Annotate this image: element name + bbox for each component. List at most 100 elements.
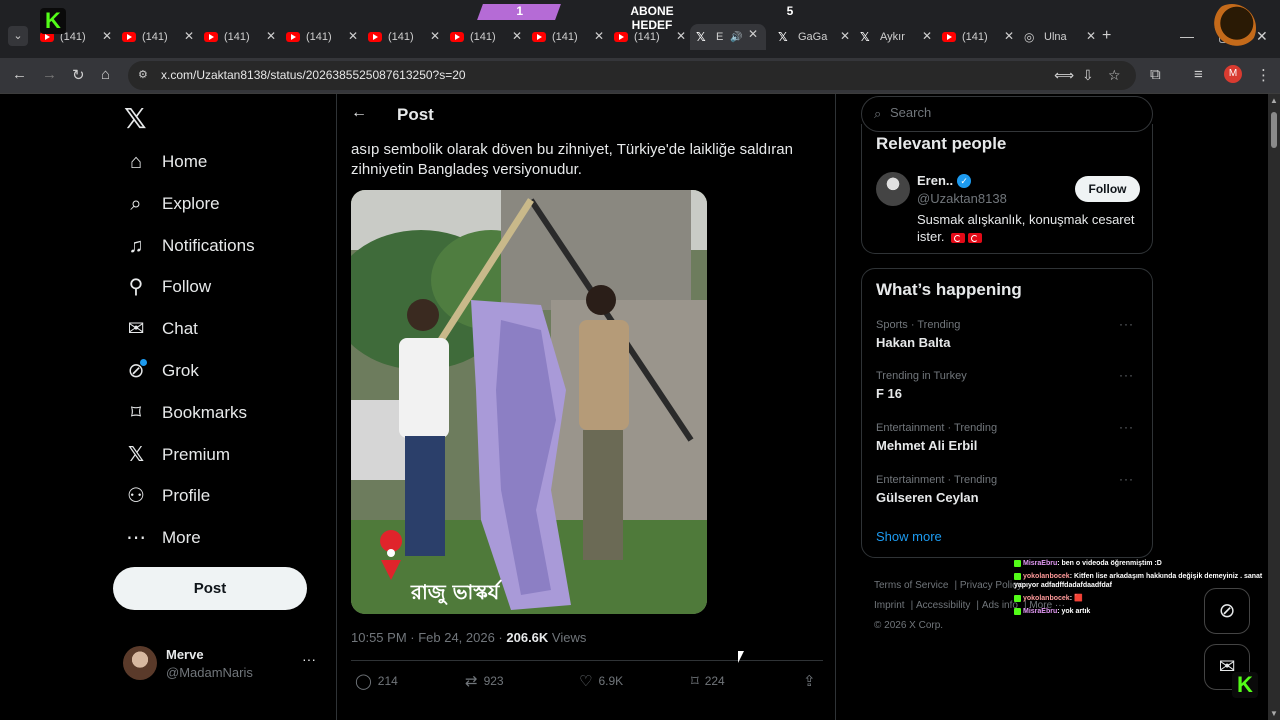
nav-item-premium[interactable]: 𝕏 Premium xyxy=(124,437,230,473)
repost-button[interactable]: ⇄ 923 xyxy=(465,672,504,690)
more-dots-icon[interactable]: ··· xyxy=(302,651,316,667)
extensions-icon[interactable]: ⧉ xyxy=(1150,66,1161,83)
nav-item-more[interactable]: ⋯ More xyxy=(124,520,201,556)
scrollbar-thumb[interactable] xyxy=(1271,112,1277,148)
nav-item-follow[interactable]: ⚲ Follow xyxy=(124,269,211,305)
nav-item-profile[interactable]: ⚇ Profile xyxy=(124,478,210,514)
tweet-media-video[interactable]: রাজু ভাস্কর্য xyxy=(351,190,707,614)
turkey-flag-icon xyxy=(968,232,983,243)
forward-arrow-icon[interactable]: → xyxy=(42,66,57,83)
bookmark-button[interactable]: ⌑ 224 xyxy=(691,672,725,690)
browser-tab[interactable]: (141) ✕ xyxy=(368,26,448,48)
nav-item-grok[interactable]: ⊘ Grok xyxy=(124,353,199,389)
kebab-menu-icon[interactable]: ⋮ xyxy=(1256,66,1271,84)
home-icon[interactable]: ⌂ xyxy=(101,66,110,83)
post-button[interactable]: Post xyxy=(113,567,307,610)
person-name[interactable]: Eren.. ✓ xyxy=(917,173,972,188)
nav-item-bookmarks[interactable]: ⌑ Bookmarks xyxy=(124,395,247,431)
browser-tab[interactable]: (141) ✕ xyxy=(942,26,1022,48)
trend-item[interactable]: Trending in Turkey F 16 ··· xyxy=(876,368,1140,410)
reply-button[interactable]: ◯ 214 xyxy=(355,672,398,690)
x-logo-icon[interactable]: 𝕏 xyxy=(124,102,147,135)
browser-tab[interactable]: ◎ Ulna ✕ xyxy=(1024,26,1104,48)
media-control-icon[interactable]: ≡ xyxy=(1194,66,1203,83)
mouse-cursor xyxy=(738,651,744,663)
close-tab-icon[interactable]: ✕ xyxy=(266,29,276,43)
close-tab-icon[interactable]: ✕ xyxy=(748,27,758,41)
youtube-icon xyxy=(286,32,300,42)
privacy-link[interactable]: Privacy Policy xyxy=(960,580,1022,591)
nav-item-home[interactable]: ⌂ Home xyxy=(124,144,207,180)
back-arrow-icon[interactable]: ← xyxy=(12,66,27,83)
browser-tab-active[interactable]: 𝕏 E 🔊 ✕ xyxy=(690,24,766,50)
close-tab-icon[interactable]: ✕ xyxy=(922,29,932,43)
like-button[interactable]: ♡ 6.9K xyxy=(579,672,623,690)
browser-tab[interactable]: 𝕏 Aykır ✕ xyxy=(860,26,940,48)
browser-tab[interactable]: (141) ✕ xyxy=(204,26,284,48)
close-tab-icon[interactable]: ✕ xyxy=(676,29,686,43)
stream-goal-label: ABONE HEDEF xyxy=(630,4,674,32)
trend-item[interactable]: Entertainment · Trending Mehmet Ali Erbi… xyxy=(876,420,1140,462)
show-more-link[interactable]: Show more xyxy=(876,529,942,544)
avatar[interactable] xyxy=(876,172,910,206)
tab-search-button[interactable]: ⌄ xyxy=(8,26,28,46)
scroll-up-arrow-icon[interactable]: ▲ xyxy=(1270,96,1278,105)
trend-item[interactable]: Sports · Trending Hakan Balta ··· xyxy=(876,317,1140,359)
bell-icon: ♫ xyxy=(128,235,144,257)
nav-item-notifications[interactable]: ♫ Notifications xyxy=(124,228,255,264)
person-bio: Susmak alışkanlık, konuşmak cesaret iste… xyxy=(917,212,1135,244)
accessibility-link[interactable]: Accessibility xyxy=(916,600,970,611)
close-tab-icon[interactable]: ✕ xyxy=(430,29,440,43)
speaker-icon[interactable]: 🔊 xyxy=(730,32,742,43)
share-button[interactable]: ⇪ xyxy=(803,672,822,690)
minimize-button[interactable]: — xyxy=(1180,28,1194,44)
browser-tab[interactable]: 𝕏 GaGa ✕ xyxy=(778,26,858,48)
close-tab-icon[interactable]: ✕ xyxy=(1086,29,1096,43)
close-tab-icon[interactable]: ✕ xyxy=(512,29,522,43)
x-page: 𝕏 ⌂ Home ⌕ Explore ♫ Notifications ⚲ Fol… xyxy=(0,94,1268,720)
account-switcher[interactable]: Merve @MadamNaris ··· xyxy=(122,645,322,685)
ads-info-link[interactable]: Ads info xyxy=(982,600,1018,611)
browser-tab[interactable]: (141) ✕ xyxy=(286,26,366,48)
close-tab-icon[interactable]: ✕ xyxy=(102,29,112,43)
translate-icon[interactable]: ⟺ xyxy=(1054,67,1074,84)
profile-avatar[interactable]: M xyxy=(1224,65,1242,83)
follow-button[interactable]: Follow xyxy=(1075,176,1140,202)
site-info-icon[interactable]: ⚙ xyxy=(138,68,152,82)
avatar xyxy=(123,646,157,680)
terms-link[interactable]: Terms of Service xyxy=(874,580,948,591)
bookmark-star-icon[interactable]: ☆ xyxy=(1108,67,1121,84)
close-window-button[interactable]: ✕ xyxy=(1256,28,1268,45)
mail-icon: ✉ xyxy=(127,318,145,340)
search-input[interactable] xyxy=(890,105,1140,120)
x-icon: 𝕏 xyxy=(127,444,145,466)
globe-icon: ◎ xyxy=(1024,30,1035,44)
more-dots-icon[interactable]: ··· xyxy=(1119,317,1134,331)
page-scrollbar[interactable]: ▲ ▼ xyxy=(1268,94,1280,720)
close-tab-icon[interactable]: ✕ xyxy=(348,29,358,43)
close-tab-icon[interactable]: ✕ xyxy=(184,29,194,43)
reload-icon[interactable]: ↻ xyxy=(72,66,85,84)
nav-item-explore[interactable]: ⌕ Explore xyxy=(124,186,219,222)
browser-tab[interactable]: (141) ✕ xyxy=(450,26,530,48)
trend-item[interactable]: Entertainment · Trending Gülseren Ceylan… xyxy=(876,472,1140,514)
close-tab-icon[interactable]: ✕ xyxy=(594,29,604,43)
bookmark-icon: ⌑ xyxy=(691,673,699,690)
new-tab-button[interactable]: + xyxy=(1102,27,1111,45)
browser-tab[interactable]: (141) ✕ xyxy=(122,26,202,48)
more-dots-icon[interactable]: ··· xyxy=(1119,368,1134,382)
close-tab-icon[interactable]: ✕ xyxy=(840,29,850,43)
chat-message: MisraEbru: yok artık xyxy=(1014,607,1270,616)
more-dots-icon[interactable]: ··· xyxy=(1119,420,1134,434)
nav-item-chat[interactable]: ✉ Chat xyxy=(124,311,198,347)
right-sidebar: ⌕ Relevant people Eren..✓ @Uzaktan8138 S… xyxy=(860,94,1154,720)
url-field[interactable]: ⚙ x.com/Uzaktan8138/status/2026385525087… xyxy=(128,61,1136,90)
imprint-link[interactable]: Imprint xyxy=(874,600,905,611)
install-app-icon[interactable]: ⇩ xyxy=(1082,67,1094,84)
more-dots-icon[interactable]: ··· xyxy=(1119,472,1134,486)
scroll-down-arrow-icon[interactable]: ▼ xyxy=(1270,709,1278,718)
video-frame xyxy=(351,190,707,614)
back-arrow-icon[interactable]: ← xyxy=(351,104,367,122)
browser-tab[interactable]: (141) ✕ xyxy=(532,26,612,48)
close-tab-icon[interactable]: ✕ xyxy=(1004,29,1014,43)
